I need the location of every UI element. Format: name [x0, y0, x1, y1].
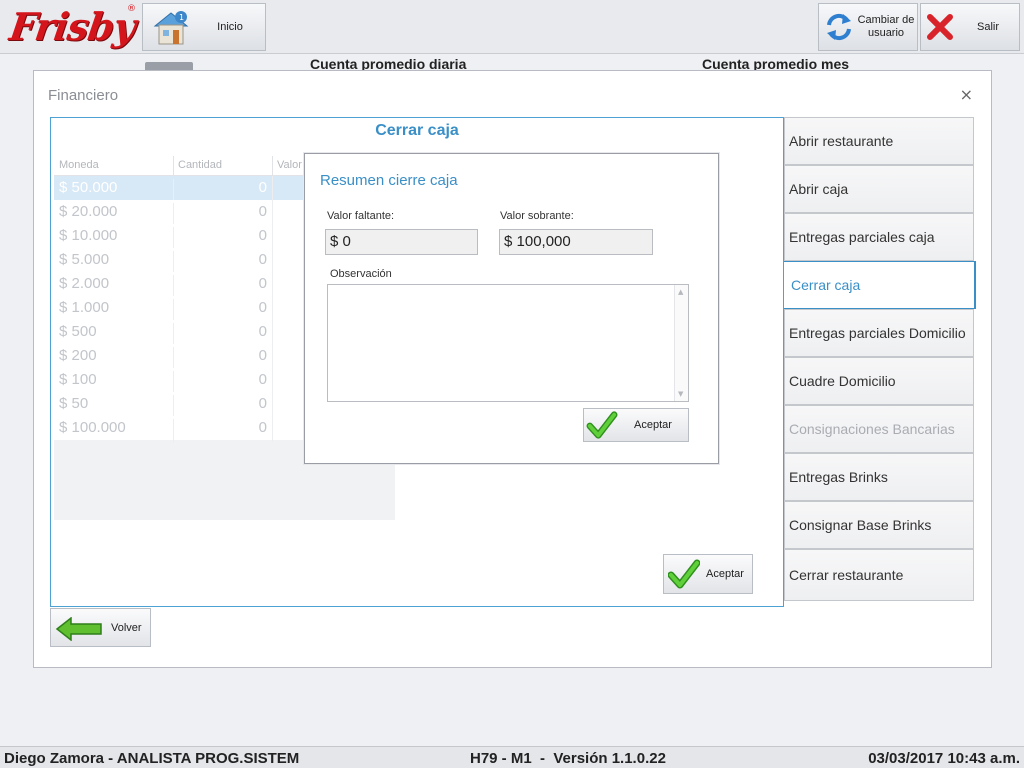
menu-item-entregas-parciales-caja[interactable]: Entregas parciales caja	[784, 213, 974, 261]
moneda-cell: $ 5.000	[59, 251, 110, 268]
volver-label: Volver	[111, 621, 142, 634]
moneda-cell: $ 50	[59, 395, 89, 412]
menu-item-cerrar-caja[interactable]: Cerrar caja	[784, 261, 976, 309]
financiero-title: Financiero	[48, 87, 119, 104]
back-arrow-icon	[55, 617, 102, 641]
valor-faltante-field[interactable]: $ 0	[325, 229, 478, 255]
menu-item-entregas-brinks[interactable]: Entregas Brinks	[784, 453, 974, 501]
valor-faltante-label: Valor faltante:	[327, 210, 395, 222]
close-x-icon	[927, 14, 953, 40]
moneda-cell: $ 500	[59, 323, 97, 340]
inicio-button[interactable]: 1 Inicio	[142, 3, 266, 51]
svg-text:1: 1	[179, 13, 184, 22]
menu-item-abrir-restaurante[interactable]: Abrir restaurante	[784, 117, 974, 165]
moneda-cell: $ 200	[59, 347, 97, 364]
menu-item-consignar-base-brinks[interactable]: Consignar Base Brinks	[784, 501, 974, 549]
cantidad-cell[interactable]: 0	[173, 419, 267, 443]
moneda-cell: $ 10.000	[59, 227, 118, 244]
cambiar-usuario-button[interactable]: Cambiar de usuario	[818, 3, 918, 51]
moneda-cell: $ 2.000	[59, 275, 110, 292]
status-bar: Diego Zamora - ANALISTA PROG.SISTEM H79 …	[0, 746, 1024, 768]
moneda-cell: $ 100.000	[59, 419, 126, 436]
status-user: Diego Zamora - ANALISTA PROG.SISTEM	[4, 750, 300, 767]
moneda-cell: $ 50.000	[59, 179, 118, 196]
modal-title: Resumen cierre caja	[320, 172, 458, 189]
salir-button[interactable]: Salir	[920, 3, 1020, 51]
top-toolbar: Frisby ® 1 Inicio Cambiar de usuario Sal…	[0, 0, 1024, 54]
checkmark-icon	[668, 559, 700, 589]
inicio-label: Inicio	[217, 20, 243, 33]
observacion-label: Observación	[330, 268, 392, 280]
column-header-moneda[interactable]: Moneda	[54, 156, 173, 176]
aceptar-label: Aceptar	[706, 568, 744, 580]
column-header-cantidad[interactable]: Cantidad	[173, 156, 272, 176]
menu-item-cuadre-domicilio[interactable]: Cuadre Domicilio	[784, 357, 974, 405]
grid-divider	[272, 176, 273, 442]
salir-label: Salir	[976, 20, 999, 33]
status-version: H79 - M1 - Versión 1.1.0.22	[470, 750, 666, 767]
house-icon: 1	[153, 11, 189, 45]
scroll-up-icon[interactable]: ▲	[678, 288, 683, 296]
close-icon[interactable]: ×	[960, 85, 973, 104]
menu-item-consignaciones-bancarias: Consignaciones Bancarias	[784, 405, 974, 453]
swap-arrows-icon	[827, 13, 851, 41]
volver-button[interactable]: Volver	[50, 608, 151, 647]
checkmark-icon	[586, 411, 618, 439]
moneda-cell: $ 100	[59, 371, 97, 388]
panel-title: Cerrar caja	[375, 122, 459, 139]
observacion-textarea[interactable]: ▲ ▼	[327, 284, 689, 402]
menu-item-abrir-caja[interactable]: Abrir caja	[784, 165, 974, 213]
textarea-scrollbar[interactable]: ▲ ▼	[674, 285, 688, 401]
aceptar-button[interactable]: Aceptar	[663, 554, 753, 594]
menu-item-entregas-parciales-domicilio[interactable]: Entregas parciales Domicilio	[784, 309, 974, 357]
logo-registered-mark: ®	[127, 4, 136, 14]
valor-sobrante-field[interactable]: $ 100,000	[499, 229, 653, 255]
valor-sobrante-label: Valor sobrante:	[500, 210, 574, 222]
scroll-down-icon[interactable]: ▼	[678, 390, 683, 398]
moneda-cell: $ 1.000	[59, 299, 110, 316]
resumen-cierre-caja-modal: Resumen cierre caja Valor faltante: $ 0 …	[304, 153, 719, 464]
moneda-cell: $ 20.000	[59, 203, 118, 220]
menu-item-cerrar-restaurante[interactable]: Cerrar restaurante	[784, 549, 974, 601]
modal-aceptar-button[interactable]: Aceptar	[583, 408, 689, 442]
cambiar-usuario-label: Cambiar de usuario	[857, 14, 915, 39]
status-datetime: 03/03/2017 10:43 a.m.	[868, 750, 1020, 767]
logo-text: Frisby	[6, 4, 138, 49]
frisby-logo: Frisby ®	[6, 2, 138, 52]
modal-aceptar-label: Aceptar	[634, 419, 672, 431]
